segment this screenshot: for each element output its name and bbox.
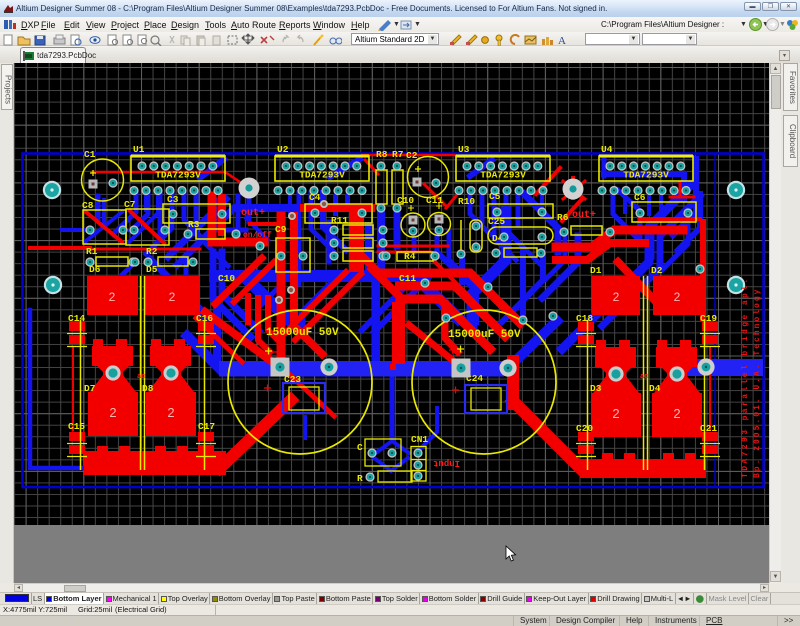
svg-text:R1: R1: [86, 246, 98, 257]
svg-text:Bp. 2005.01. U.A. Technology: Bp. 2005.01. U.A. Technology: [753, 288, 762, 478]
svg-text:C16: C16: [196, 313, 213, 324]
svg-text:C10: C10: [218, 273, 235, 284]
svg-text:C3: C3: [167, 194, 179, 205]
svg-text:R7: R7: [392, 149, 404, 160]
svg-text:2: 2: [169, 290, 176, 304]
svg-text:D7: D7: [84, 383, 96, 394]
svg-text:R4: R4: [404, 251, 416, 262]
svg-text:C19: C19: [700, 313, 717, 324]
svg-text:15000uF 50V: 15000uF 50V: [448, 329, 521, 341]
svg-text:R6: R6: [557, 212, 569, 223]
svg-text:C2: C2: [406, 150, 418, 161]
svg-text:C5: C5: [489, 191, 501, 202]
svg-text:U4: U4: [601, 144, 613, 155]
svg-text:C8: C8: [82, 200, 94, 211]
svg-text:C20: C20: [576, 423, 593, 434]
svg-text:R8: R8: [376, 149, 388, 160]
svg-text:ac: ac: [137, 373, 145, 381]
svg-text:15000uF 50V: 15000uF 50V: [266, 327, 339, 339]
svg-text:C11: C11: [426, 195, 443, 206]
svg-text:C21: C21: [700, 423, 717, 434]
svg-text:R: R: [357, 473, 363, 484]
svg-text:C25: C25: [488, 216, 505, 227]
svg-text:C18: C18: [576, 313, 593, 324]
svg-text:D8: D8: [142, 383, 154, 394]
svg-text:C: C: [357, 442, 363, 453]
svg-text:C7: C7: [124, 199, 136, 210]
svg-text:on/off: on/off: [243, 231, 272, 240]
svg-text:A: A: [558, 35, 566, 46]
svg-text:out+: out+: [241, 208, 265, 219]
svg-text:D4: D4: [649, 383, 661, 394]
svg-text:TDA7293 parallel bridge apl.: TDA7293 parallel bridge apl.: [741, 276, 750, 478]
svg-text:C11: C11: [399, 273, 416, 284]
svg-text:R11: R11: [331, 215, 348, 226]
svg-text:ac: ac: [640, 373, 648, 381]
svg-text:U2: U2: [277, 144, 289, 155]
svg-text:2: 2: [674, 290, 681, 304]
svg-text:C1: C1: [84, 149, 96, 160]
svg-text:D1: D1: [590, 265, 602, 276]
svg-text:C6: C6: [634, 192, 646, 203]
svg-text:R2: R2: [146, 246, 158, 257]
svg-text:R10: R10: [458, 196, 475, 207]
svg-text:2: 2: [109, 290, 116, 304]
svg-text:C9: C9: [275, 224, 287, 235]
svg-text:2: 2: [613, 290, 620, 304]
svg-text:Input: Input: [433, 458, 460, 468]
svg-text:U1: U1: [133, 144, 145, 155]
svg-text:R3: R3: [188, 219, 200, 230]
svg-text:C4: C4: [309, 192, 321, 203]
svg-text:C14: C14: [68, 313, 85, 324]
svg-text:U3: U3: [458, 144, 470, 155]
svg-text:D2: D2: [651, 265, 663, 276]
svg-text:CN1: CN1: [411, 434, 428, 445]
svg-text:C15: C15: [68, 421, 85, 432]
svg-text:out+: out+: [572, 210, 596, 221]
svg-text:C17: C17: [198, 421, 215, 432]
svg-text:D3: D3: [590, 383, 602, 394]
